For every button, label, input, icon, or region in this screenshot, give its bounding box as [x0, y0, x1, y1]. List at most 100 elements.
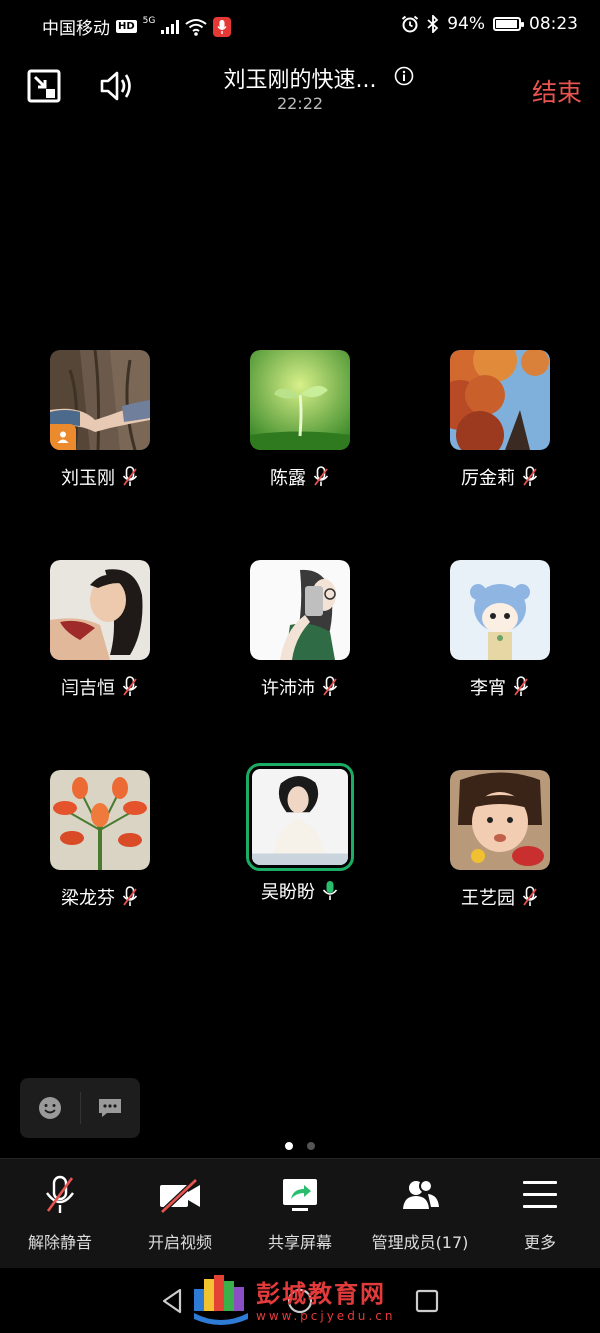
mic-muted-icon — [522, 886, 538, 906]
participant-tile[interactable]: 王艺园 — [420, 770, 580, 910]
battery-icon — [493, 17, 524, 31]
share-screen-icon — [283, 1179, 317, 1211]
meeting-screen: 中国移动 HD 5G 94% 08:23 刘玉刚的快速... 22:22 结束 … — [0, 0, 600, 1333]
carrier-name: 中国移动 — [42, 19, 110, 39]
participant-name: 闫吉恒 — [61, 678, 115, 699]
members-icon — [403, 1179, 439, 1209]
participant-name-row: 闫吉恒 — [20, 674, 180, 700]
start-video-button[interactable]: 开启视频 — [120, 1175, 240, 1253]
unmute-label: 解除静音 — [27, 1233, 92, 1252]
info-icon[interactable] — [394, 66, 414, 86]
mic-muted-icon — [522, 466, 538, 486]
page-dot-active — [285, 1142, 293, 1150]
meeting-toolbar: 解除静音 开启视频 共享屏幕 管理成员(17) 更多 — [0, 1158, 600, 1269]
participant-tile[interactable]: 梁龙芬 — [20, 770, 180, 910]
meeting-timer: 22:22 — [276, 94, 324, 113]
participant-avatar — [50, 770, 150, 870]
back-icon[interactable] — [158, 1286, 188, 1316]
meeting-title[interactable]: 刘玉刚的快速... — [0, 62, 600, 94]
video-off-icon — [160, 1178, 200, 1214]
participant-name-row: 王艺园 — [420, 884, 580, 910]
watermark-url: www.pcjyedu.cn — [256, 1308, 396, 1323]
mic-muted-icon — [313, 466, 329, 486]
emoji-button[interactable] — [20, 1078, 80, 1138]
participant-name-row: 刘玉刚 — [20, 464, 180, 490]
participant-name: 厉金莉 — [461, 468, 515, 489]
host-badge — [50, 424, 76, 450]
participant-avatar — [250, 560, 350, 660]
participant-tile[interactable]: 陈露 — [220, 350, 380, 490]
clock: 08:23 — [529, 14, 578, 34]
participant-avatar — [450, 770, 550, 870]
page-indicator — [0, 1142, 600, 1150]
share-screen-button[interactable]: 共享屏幕 — [240, 1175, 360, 1253]
watermark-text: 彭城教育网 www.pcjyedu.cn — [256, 1274, 395, 1323]
status-right: 94% 08:23 — [401, 14, 578, 34]
participant-avatar-speaking — [246, 763, 354, 871]
status-bar: 中国移动 HD 5G 94% 08:23 — [0, 0, 600, 52]
mic-muted-icon — [46, 1175, 74, 1213]
participant-name-row: 李宵 — [420, 674, 580, 700]
wifi-icon — [185, 18, 207, 36]
participant-avatar — [50, 350, 150, 450]
signal-icon — [161, 19, 180, 34]
start-video-label: 开启视频 — [147, 1233, 212, 1252]
avatar-sprout — [250, 350, 350, 450]
mic-muted-icon — [122, 466, 138, 486]
participant-tile-speaking[interactable]: 吴盼盼 — [220, 763, 380, 904]
chat-bubble-icon — [99, 1099, 122, 1117]
mic-muted-icon — [122, 886, 138, 906]
participant-name: 陈露 — [270, 468, 306, 489]
participant-avatar — [450, 560, 550, 660]
participant-avatar — [50, 560, 150, 660]
participant-name-row: 吴盼盼 — [220, 878, 380, 904]
participant-name: 李宵 — [470, 678, 506, 699]
watermark-title: 彭城教育网 — [256, 1278, 386, 1308]
mic-muted-icon — [322, 676, 338, 696]
end-meeting-button[interactable]: 结束 — [532, 73, 582, 109]
participant-tile[interactable]: 闫吉恒 — [20, 560, 180, 700]
participant-name-row: 许沛沛 — [220, 674, 380, 700]
site-watermark: 彭城教育网 www.pcjyedu.cn — [192, 1268, 395, 1328]
participant-tile[interactable]: 李宵 — [420, 560, 580, 700]
page-dot — [307, 1142, 315, 1150]
meeting-top-bar: 刘玉刚的快速... 22:22 结束 — [0, 58, 600, 118]
menu-icon — [523, 1181, 557, 1208]
recents-icon[interactable] — [412, 1286, 442, 1316]
network-type: 5G — [142, 15, 156, 26]
participant-name-row: 梁龙芬 — [20, 884, 180, 910]
participant-avatar — [450, 350, 550, 450]
avatar-child-eating — [450, 770, 550, 870]
participant-name: 刘玉刚 — [61, 468, 115, 489]
hd-badge: HD — [116, 20, 137, 33]
participant-avatar — [250, 350, 350, 450]
participant-tile[interactable]: 刘玉刚 — [20, 350, 180, 490]
avatar-woman-white-sweater — [252, 769, 348, 865]
mic-recording-icon — [213, 16, 232, 37]
participant-tile[interactable]: 许沛沛 — [220, 560, 380, 700]
alarm-icon — [402, 15, 419, 33]
participant-name: 吴盼盼 — [261, 882, 315, 903]
participant-name-row: 厉金莉 — [420, 464, 580, 490]
more-button[interactable]: 更多 — [480, 1175, 600, 1253]
battery-percent: 94% — [447, 14, 485, 34]
participant-name: 王艺园 — [461, 888, 515, 909]
participant-name: 许沛沛 — [261, 678, 315, 699]
unmute-button[interactable]: 解除静音 — [0, 1175, 120, 1253]
mic-muted-icon — [122, 676, 138, 696]
avatar-anime-girl — [450, 560, 550, 660]
participant-name-row: 陈露 — [220, 464, 380, 490]
avatar-red-flowers — [50, 770, 150, 870]
manage-members-label: 管理成员(17) — [371, 1233, 469, 1252]
manage-members-button[interactable]: 管理成员(17) — [360, 1175, 480, 1253]
status-left: 中国移动 HD 5G — [42, 14, 232, 39]
host-icon — [57, 431, 69, 443]
share-screen-label: 共享屏幕 — [267, 1233, 332, 1252]
watermark-logo-icon — [194, 1275, 248, 1325]
more-label: 更多 — [523, 1233, 556, 1252]
avatar-autumn-leaves — [450, 350, 550, 450]
avatar-woman-portrait — [50, 560, 150, 660]
chat-button[interactable] — [81, 1078, 141, 1138]
avatar-girl-with-phone — [250, 560, 350, 660]
participant-tile[interactable]: 厉金莉 — [420, 350, 580, 490]
